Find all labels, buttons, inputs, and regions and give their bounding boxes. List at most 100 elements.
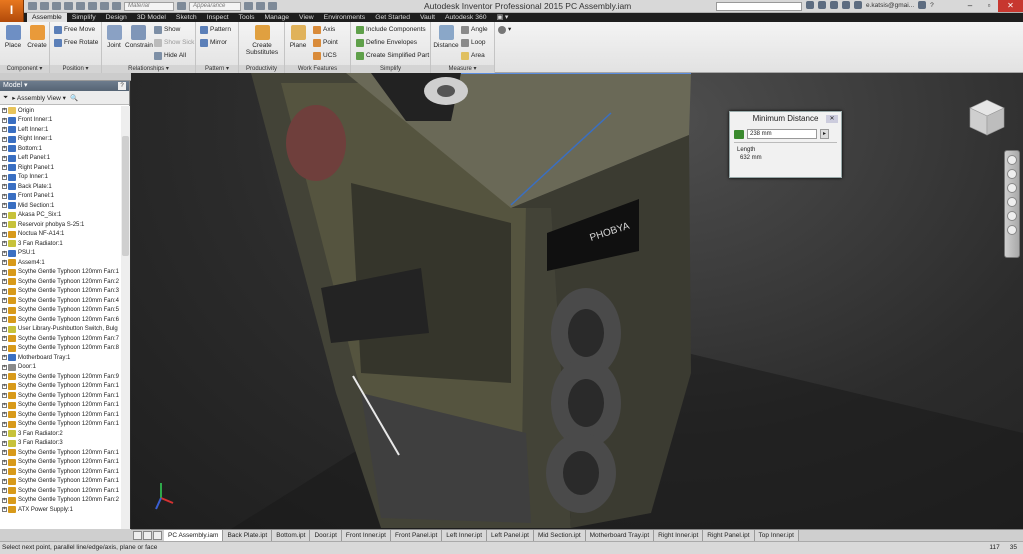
doc-tab[interactable]: PC Assembly.iam — [164, 530, 224, 541]
tree-item[interactable]: + Scythe Gentle Typhoon 120mm Fan:1 — [0, 458, 121, 468]
tree-item[interactable]: + Scythe Gentle Typhoon 120mm Fan:1 — [0, 401, 121, 411]
tree-item[interactable]: + Back Plate:1 — [0, 182, 121, 192]
tree-item[interactable]: + Scythe Gentle Typhoon 120mm Fan:9 — [0, 372, 121, 382]
look-at-icon[interactable] — [1007, 211, 1017, 221]
tree-item[interactable]: + Scythe Gentle Typhoon 120mm Fan:1 — [0, 420, 121, 430]
tree-item[interactable]: +3 Fan Radiator:1 — [0, 239, 121, 249]
tab-assemble[interactable]: Assemble — [27, 13, 67, 22]
tree-item[interactable]: + Front Panel:1 — [0, 192, 121, 202]
expand-icon[interactable]: + — [2, 165, 7, 171]
tree-item[interactable]: + Scythe Gentle Typhoon 120mm Fan:3 — [0, 287, 121, 297]
tab-autodesk-360[interactable]: Autodesk 360 — [440, 13, 492, 22]
free-move-button[interactable]: Free Move — [54, 25, 95, 35]
expand-icon[interactable]: + — [2, 155, 7, 161]
tree-item[interactable]: + Scythe Gentle Typhoon 120mm Fan:6 — [0, 315, 121, 325]
expand-icon[interactable]: + — [2, 250, 7, 256]
tree-item[interactable]: + Bottom:1 — [0, 144, 121, 154]
tree-item[interactable]: + Scythe Gentle Typhoon 120mm Fan:1 — [0, 448, 121, 458]
place-button[interactable]: Place — [2, 25, 24, 49]
tree-item[interactable]: + Right Panel:1 — [0, 163, 121, 173]
tab-arrange-icon[interactable] — [153, 531, 162, 540]
tree-item[interactable]: + Noctua NF-A14:1 — [0, 230, 121, 240]
tree-item[interactable]: + Motherboard Tray:1 — [0, 353, 121, 363]
doc-tab[interactable]: Back Plate.ipt — [223, 530, 273, 541]
ucs-button[interactable]: UCS — [313, 51, 337, 61]
filter-icon[interactable]: ⏷ — [3, 94, 8, 102]
search-input[interactable] — [716, 2, 802, 11]
tree-item[interactable]: + Scythe Gentle Typhoon 120mm Fan:1 — [0, 391, 121, 401]
user-account[interactable]: e.katsis@gmai... — [866, 2, 914, 9]
expand-icon[interactable]: + — [2, 336, 7, 342]
minimize-button[interactable]: – — [960, 0, 980, 12]
show-sick-button[interactable]: Show Sick — [154, 38, 194, 48]
tab-sketch[interactable]: Sketch — [171, 13, 202, 22]
expand-icon[interactable]: + — [2, 364, 7, 370]
joint-button[interactable]: Joint — [103, 25, 125, 49]
navbar-options-icon[interactable] — [1007, 225, 1017, 235]
expand-icon[interactable]: + — [2, 288, 7, 294]
tree-item[interactable]: + Scythe Gentle Typhoon 120mm Fan:1 — [0, 486, 121, 496]
tree-item[interactable]: + User Library-Pushbutton Switch, Bulg — [0, 325, 121, 335]
create-button[interactable]: Create — [26, 25, 48, 49]
browser-title[interactable]: Model ▾ — [3, 82, 28, 89]
tab-manage[interactable]: Manage — [259, 13, 294, 22]
expand-icon[interactable]: + — [2, 298, 7, 304]
tree-item[interactable]: + Top Inner:1 — [0, 173, 121, 183]
tree-item[interactable]: + Scythe Gentle Typhoon 120mm Fan:2 — [0, 496, 121, 506]
dialog-close-button[interactable]: ✕ — [826, 115, 838, 123]
help-button[interactable]: ? — [930, 2, 934, 9]
tree-item[interactable]: + Origin — [0, 106, 121, 116]
select-icon[interactable] — [100, 2, 109, 10]
expand-icon[interactable]: + — [2, 488, 7, 494]
3d-model-view[interactable]: PHOBYA — [131, 73, 1023, 529]
expand-icon[interactable]: + — [2, 497, 7, 503]
expand-icon[interactable]: + — [2, 374, 7, 380]
orbit-icon[interactable] — [1007, 197, 1017, 207]
expand-icon[interactable]: + — [2, 241, 7, 247]
tree-item[interactable]: +3 Fan Radiator:2 — [0, 429, 121, 439]
tree-item[interactable]: +3 Fan Radiator:3 — [0, 439, 121, 449]
expand-icon[interactable]: + — [2, 478, 7, 484]
tree-item[interactable]: + Scythe Gentle Typhoon 120mm Fan:5 — [0, 306, 121, 316]
maximize-button[interactable]: ▫ — [979, 0, 999, 12]
show-button[interactable]: Show — [154, 25, 180, 35]
area-button[interactable]: Area — [461, 51, 485, 61]
tree-item[interactable]: + Scythe Gentle Typhoon 120mm Fan:1 — [0, 477, 121, 487]
assembly-view-dropdown[interactable]: ▸ Assembly View ▾ — [12, 94, 66, 102]
expand-icon[interactable]: + — [2, 193, 7, 199]
search-icon[interactable] — [806, 1, 814, 9]
tab-3d-model[interactable]: 3D Model — [132, 13, 171, 22]
tree-item[interactable]: + Scythe Gentle Typhoon 120mm Fan:1 — [0, 268, 121, 278]
distance-value-field[interactable]: 238 mm — [747, 129, 817, 139]
expand-icon[interactable]: + — [2, 345, 7, 351]
find-icon[interactable]: 🔍 — [70, 94, 78, 102]
expand-icon[interactable]: + — [2, 317, 7, 323]
communication-icon[interactable] — [830, 1, 838, 9]
expand-icon[interactable]: + — [2, 450, 7, 456]
expand-icon[interactable]: + — [2, 260, 7, 266]
doc-tab[interactable]: Left Inner.ipt — [442, 530, 488, 541]
tree-item[interactable]: + Scythe Gentle Typhoon 120mm Fan:4 — [0, 296, 121, 306]
expand-icon[interactable]: + — [2, 469, 7, 475]
tree-item[interactable]: + Mid Section:1 — [0, 201, 121, 211]
expand-icon[interactable]: + — [2, 440, 7, 446]
tab-get-started[interactable]: Get Started — [370, 13, 415, 22]
tree-item[interactable]: + Akasa PC_Six:1 — [0, 211, 121, 221]
tree-item[interactable]: + Door:1 — [0, 363, 121, 373]
mirror-button[interactable]: Mirror — [200, 38, 227, 48]
expand-icon[interactable]: + — [2, 231, 7, 237]
doc-tab[interactable]: Bottom.ipt — [272, 530, 311, 541]
exchange-icon[interactable] — [918, 1, 927, 9]
tree-item[interactable]: + Scythe Gentle Typhoon 120mm Fan:1 — [0, 410, 121, 420]
tree-item[interactable]: + Scythe Gentle Typhoon 120mm Fan:1 — [0, 467, 121, 477]
panel-label-measure[interactable]: Measure ▾ — [431, 65, 494, 73]
tab-cascade-icon[interactable] — [143, 531, 152, 540]
pan-icon[interactable] — [1007, 169, 1017, 179]
expand-icon[interactable]: + — [2, 127, 7, 133]
viewcube[interactable] — [968, 98, 1006, 138]
tree-item[interactable]: + Scythe Gentle Typhoon 120mm Fan:1 — [0, 382, 121, 392]
plane-button[interactable]: Plane — [287, 25, 309, 49]
tab-tools[interactable]: Tools — [234, 13, 260, 22]
ribbon-options-button[interactable]: ▾ — [498, 25, 511, 35]
expand-icon[interactable]: + — [2, 431, 7, 437]
